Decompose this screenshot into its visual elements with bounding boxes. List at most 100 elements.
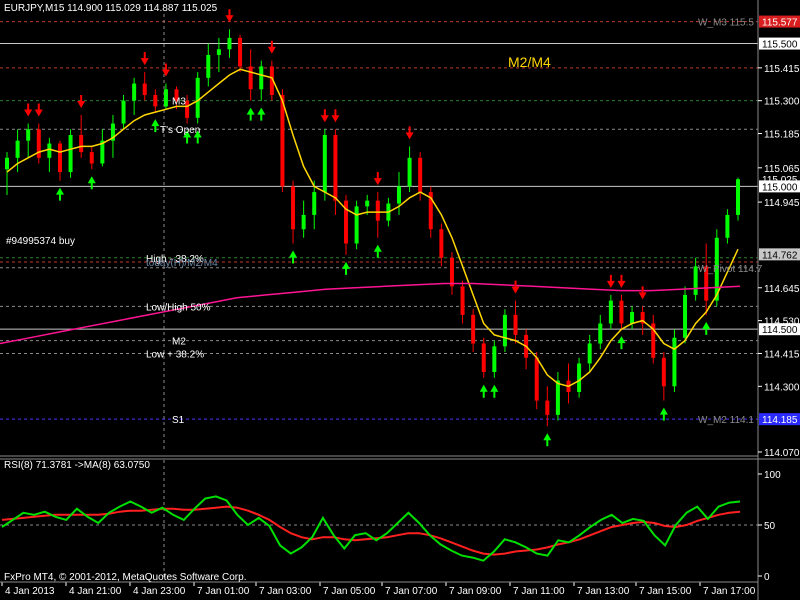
time-tick-label: 7 Jan 17:00 xyxy=(703,586,756,597)
bull-candle xyxy=(216,49,221,55)
price-tag-label: 115.500 xyxy=(762,40,798,51)
rsi-header: RSI(8) 71.3781 ->MA(8) 63.0750 xyxy=(4,460,150,471)
bull-candle xyxy=(683,294,688,338)
bull-candle xyxy=(736,179,740,215)
bull-candle xyxy=(608,300,613,324)
price-tick-label: 115.065 xyxy=(764,164,800,175)
price-tag-label: 115.577 xyxy=(762,18,798,29)
bear-candle xyxy=(449,257,454,287)
time-tick-label: 7 Jan 11:00 xyxy=(513,586,565,597)
bear-candle xyxy=(57,143,62,173)
bear-candle xyxy=(291,186,296,230)
bull-candle xyxy=(365,200,370,207)
bull-candle xyxy=(163,89,168,107)
bear-candle xyxy=(460,286,465,315)
bull-candle xyxy=(68,134,73,173)
time-tick-label: 7 Jan 05:00 xyxy=(323,586,376,597)
time-tick-label: 7 Jan 15:00 xyxy=(639,586,692,597)
price-tag-label: 114.762 xyxy=(762,250,798,261)
rsi-tick-label: 100 xyxy=(764,470,781,481)
mt4-chart[interactable]: W_M3 115.5M3T's OpenHigh - 38.2%today(H)… xyxy=(0,0,800,600)
bull-candle xyxy=(502,314,507,347)
bull-candle xyxy=(195,77,200,118)
bull-candle xyxy=(354,206,359,244)
rsi-tick-label: 50 xyxy=(764,521,776,532)
chart-background xyxy=(0,0,800,600)
price-tag-label: 114.185 xyxy=(762,415,798,426)
bear-candle xyxy=(238,37,243,67)
price-level-label: W_Pivot 114.7 xyxy=(698,264,763,275)
bear-candle xyxy=(418,157,423,193)
trade-label: #94995374 buy xyxy=(6,236,75,247)
bull-candle xyxy=(492,346,497,373)
bear-candle xyxy=(481,343,486,373)
price-level-label: W_M3 115.5 xyxy=(698,18,754,29)
bull-candle xyxy=(206,54,211,78)
bear-candle xyxy=(513,314,518,335)
bear-candle xyxy=(534,357,539,401)
bear-candle xyxy=(661,357,666,387)
bull-candle xyxy=(396,186,401,204)
bull-candle xyxy=(725,214,730,238)
price-tick-label: 114.945 xyxy=(764,198,800,209)
bear-candle xyxy=(545,400,550,415)
bull-candle xyxy=(587,343,592,364)
bull-candle xyxy=(322,134,327,193)
bull-candle xyxy=(312,192,317,215)
bull-candle xyxy=(47,143,52,158)
price-tick-label: 115.185 xyxy=(764,130,800,141)
bear-candle xyxy=(619,300,624,324)
bear-candle xyxy=(439,229,444,258)
price-tick-label: 115.415 xyxy=(764,64,800,75)
price-level-label: W_M2 114.1 xyxy=(698,415,754,426)
bull-candle xyxy=(5,157,9,170)
bull-candle xyxy=(15,140,20,158)
bull-candle xyxy=(598,323,603,344)
time-tick-label: 4 Jan 23:00 xyxy=(133,586,186,597)
price-level-label: S1 xyxy=(172,415,185,426)
price-level-label: Low/High 50% xyxy=(146,302,211,313)
time-tick-label: 7 Jan 07:00 xyxy=(385,586,438,597)
bear-candle xyxy=(153,94,158,107)
bull-candle xyxy=(132,83,137,101)
price-tick-label: 114.415 xyxy=(764,349,800,360)
bear-candle xyxy=(280,94,285,187)
price-tick-label: 115.300 xyxy=(764,97,800,108)
price-level-label: T's Open xyxy=(160,125,200,136)
bull-candle xyxy=(407,157,412,187)
bull-candle xyxy=(630,312,635,324)
time-tick-label: 7 Jan 13:00 xyxy=(577,586,630,597)
price-level-label: today(H)/M2/M4 xyxy=(146,258,218,269)
price-tick-label: 114.070 xyxy=(764,448,800,459)
rsi-tick-label: 0 xyxy=(764,572,770,583)
bear-candle xyxy=(375,200,380,221)
time-tick-label: 7 Jan 01:00 xyxy=(197,586,250,597)
bear-candle xyxy=(248,66,253,90)
bear-candle xyxy=(89,152,94,164)
footer-copyright: FxPro MT4, © 2001-2012, MetaQuotes Softw… xyxy=(4,572,246,583)
price-level-label: M2 xyxy=(172,337,186,348)
price-level-label: Low + 38.2% xyxy=(146,349,204,360)
bull-candle xyxy=(121,100,126,124)
bear-candle xyxy=(142,83,147,95)
bull-candle xyxy=(577,363,582,393)
bear-candle xyxy=(79,134,84,153)
bear-candle xyxy=(471,314,476,344)
bear-candle xyxy=(333,134,338,201)
time-tick-label: 7 Jan 03:00 xyxy=(259,586,312,597)
price-tick-label: 114.300 xyxy=(764,382,800,393)
time-tick-label: 4 Jan 2013 xyxy=(5,586,55,597)
bull-candle xyxy=(259,66,264,90)
price-tick-label: 114.645 xyxy=(764,284,800,295)
bull-candle xyxy=(555,380,560,415)
time-tick-label: 7 Jan 09:00 xyxy=(449,586,502,597)
bull-candle xyxy=(26,129,31,141)
price-tag-label: 114.500 xyxy=(762,325,798,336)
main-header: EURJPY,M15 114.900 115.029 114.887 115.0… xyxy=(4,3,218,14)
price-level-label: M3 xyxy=(172,97,186,108)
bull-candle xyxy=(301,214,306,230)
bull-candle xyxy=(227,37,232,50)
price-tag-label: 115.000 xyxy=(762,182,798,193)
bull-candle xyxy=(672,337,677,387)
time-tick-label: 4 Jan 21:00 xyxy=(69,586,122,597)
